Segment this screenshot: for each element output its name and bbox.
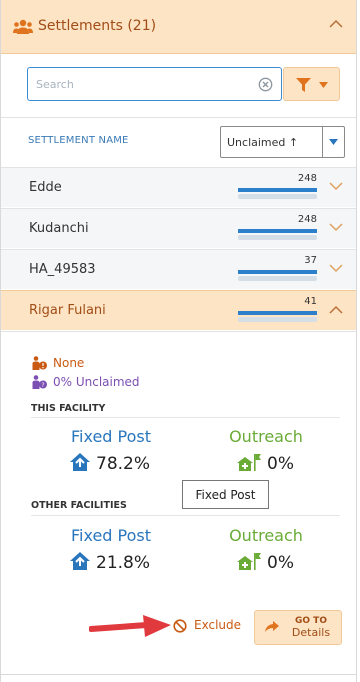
settlement-count: 37 — [304, 255, 317, 266]
fixed-post-label: Fixed Post — [70, 526, 152, 545]
count-bar — [238, 311, 317, 315]
count-bar — [238, 188, 317, 192]
count-bar — [238, 229, 317, 233]
legend-label: 0% Unclaimed — [53, 375, 140, 389]
svg-text:?: ? — [41, 382, 44, 389]
people-icon — [13, 19, 33, 34]
person-question-icon: ? — [32, 375, 47, 389]
settlement-count: 248 — [297, 173, 317, 184]
caret-down-icon — [319, 82, 328, 88]
percentage: 0% — [267, 553, 294, 573]
divider — [31, 515, 340, 516]
settlement-name: HA_49583 — [29, 262, 96, 277]
outreach-label: Outreach — [229, 427, 303, 446]
percentage: 78.2% — [96, 454, 151, 474]
settlement-count: 248 — [297, 214, 317, 225]
clear-search-icon[interactable] — [258, 77, 273, 92]
tooltip: Fixed Post — [182, 480, 269, 509]
outreach-value: 0% — [237, 552, 294, 573]
outreach-label: Outreach — [229, 526, 303, 545]
settlement-name: Edde — [29, 180, 62, 195]
count-bar-track — [238, 317, 317, 322]
list-item-settlement[interactable]: HA_49583 37 — [1, 249, 356, 289]
chevron-down-icon[interactable] — [329, 223, 343, 232]
details-label: Details — [291, 626, 331, 639]
settlements-panel: Settlements (21) SETTLEMENT NAME Unclaim… — [0, 0, 357, 682]
annotation-arrow-icon — [89, 615, 171, 637]
filter-icon — [296, 78, 311, 92]
count-bar-track — [238, 194, 317, 199]
divider — [1, 117, 356, 118]
fixed-post-house-icon — [70, 453, 90, 471]
this-facility-heading: THIS FACILITY — [31, 403, 106, 414]
chevron-down-icon[interactable] — [329, 182, 343, 191]
ban-icon — [173, 619, 187, 633]
legend-label: None — [53, 356, 85, 370]
person-alert-icon — [32, 356, 47, 370]
go-to-details-button[interactable]: GO TO Details — [254, 610, 342, 645]
outreach-value: 0% — [237, 453, 294, 474]
list-item-settlement[interactable]: Edde 248 — [1, 167, 356, 207]
divider — [322, 127, 323, 157]
search-box — [27, 67, 282, 101]
chevron-up-icon[interactable] — [329, 305, 343, 314]
list-item-settlement[interactable]: Kudanchi 248 — [1, 208, 356, 248]
outreach-flag-house-icon — [237, 553, 261, 570]
percentage: 0% — [267, 454, 294, 474]
chevron-down-icon[interactable] — [329, 264, 343, 273]
panel-title: Settlements (21) — [38, 18, 157, 34]
outreach-flag-house-icon — [237, 454, 261, 471]
settlement-name: Rigar Fulani — [29, 303, 106, 318]
count-bar-track — [238, 235, 317, 240]
share-arrow-icon — [265, 621, 279, 632]
fixed-post-value: 78.2% — [70, 453, 150, 474]
sort-select[interactable]: Unclaimed ↑ — [220, 126, 345, 158]
divider — [1, 674, 356, 675]
settlements-header[interactable]: Settlements (21) — [1, 0, 356, 54]
caret-down-icon — [329, 139, 338, 145]
chevron-up-icon[interactable] — [329, 19, 343, 28]
fixed-post-house-icon — [70, 552, 90, 570]
divider — [31, 417, 340, 418]
exclude-label: Exclude — [194, 618, 242, 632]
go-to-details-label: GO TO Details — [283, 615, 339, 639]
list-item-settlement-selected[interactable]: Rigar Fulani 41 — [1, 290, 356, 330]
sort-value: Unclaimed ↑ — [227, 136, 299, 149]
count-bar-track — [238, 276, 317, 281]
fixed-post-label: Fixed Post — [70, 427, 152, 446]
count-bar — [238, 270, 317, 274]
search-input[interactable] — [36, 74, 256, 94]
divider — [1, 331, 356, 332]
settlement-name-column-header: SETTLEMENT NAME — [28, 135, 129, 146]
other-facilities-heading: OTHER FACILITIES — [31, 500, 127, 511]
fixed-post-value: 21.8% — [70, 552, 150, 573]
settlement-count: 41 — [304, 296, 317, 307]
filter-button[interactable] — [283, 67, 340, 101]
settlement-name: Kudanchi — [29, 221, 89, 236]
percentage: 21.8% — [96, 553, 151, 573]
